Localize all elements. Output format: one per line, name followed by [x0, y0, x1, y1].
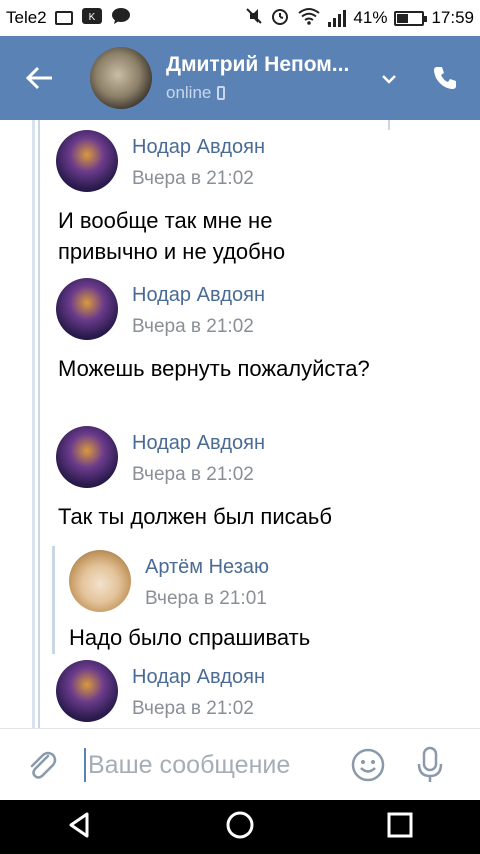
- message-input[interactable]: [86, 750, 338, 780]
- forwarded-message[interactable]: Нодар Авдоян Вчера в 21:02 Так ты должен…: [40, 416, 380, 536]
- message-list[interactable]: Нодар Авдоян Вчера в 21:02 И вообще так …: [0, 120, 480, 728]
- alarm-icon: [270, 6, 290, 31]
- forwarded-message[interactable]: Нодар Авдоян Вчера в 21:02 И вообще так …: [40, 120, 380, 270]
- square-recents-icon: [387, 812, 413, 837]
- message-text: Можешь вернуть пожалуйста?: [58, 356, 370, 381]
- clock: 17:59: [431, 8, 474, 27]
- vk-notification-icon: K: [81, 7, 103, 30]
- sender-avatar[interactable]: [56, 130, 118, 192]
- nav-recents-button[interactable]: [385, 810, 415, 845]
- sender-name[interactable]: Нодар Авдоян: [132, 432, 265, 455]
- phone-icon: [434, 67, 456, 89]
- message-composer: [0, 728, 480, 801]
- forwarded-messages-block: Нодар Авдоян Вчера в 21:02 И вообще так …: [38, 120, 390, 728]
- svg-text:K: K: [88, 12, 95, 23]
- sender-name[interactable]: Артём Незаю: [145, 556, 269, 579]
- chat-notification-icon: [111, 7, 131, 30]
- attach-button[interactable]: [0, 748, 84, 782]
- nav-home-button[interactable]: [225, 810, 255, 845]
- forward-thread-line: [32, 120, 35, 728]
- sender-avatar[interactable]: [56, 660, 118, 722]
- card-edge: [388, 120, 390, 130]
- mobile-icon: [217, 86, 226, 100]
- mute-icon: [245, 7, 263, 30]
- emoji-button[interactable]: [338, 748, 398, 782]
- message-time: Вчера в 21:02: [132, 168, 254, 189]
- status-bar: Tele2 K 41% 17:59: [0, 0, 480, 36]
- battery-percent: 41%: [353, 8, 388, 27]
- message-time: Вчера в 21:02: [132, 316, 254, 337]
- carrier-label: Tele2: [6, 8, 47, 27]
- paperclip-icon: [30, 751, 57, 779]
- message-text: Надо было спрашивать: [69, 625, 311, 650]
- forwarded-message[interactable]: Нодар Авдоян Вчера в 21:02: [40, 650, 380, 728]
- conversation-header: Дмитрий Непом... online: [0, 36, 480, 120]
- nav-back-button[interactable]: [65, 810, 95, 845]
- back-button[interactable]: [0, 36, 80, 120]
- battery-fill: [397, 13, 409, 23]
- sender-avatar[interactable]: [69, 550, 131, 612]
- battery-icon: [394, 10, 428, 26]
- sender-name[interactable]: Нодар Авдоян: [132, 136, 265, 159]
- contact-info[interactable]: Дмитрий Непом... online: [166, 53, 366, 103]
- contact-name: Дмитрий Непом...: [166, 53, 350, 76]
- sender-name[interactable]: Нодар Авдоян: [132, 284, 265, 307]
- contact-status: online: [166, 83, 366, 103]
- smiley-icon: [351, 748, 385, 782]
- contact-avatar[interactable]: [90, 47, 152, 109]
- back-arrow-icon: [26, 66, 52, 90]
- chevron-down-icon[interactable]: [374, 68, 404, 89]
- system-navigation-bar: [0, 800, 480, 854]
- sender-avatar[interactable]: [56, 426, 118, 488]
- microphone-icon: [417, 746, 443, 782]
- message-time: Вчера в 21:02: [132, 464, 254, 485]
- triangle-back-icon: [69, 812, 89, 837]
- signal-icon: [328, 9, 347, 27]
- message-time: Вчера в 21:01: [145, 588, 267, 609]
- sender-avatar[interactable]: [56, 278, 118, 340]
- circle-home-icon: [226, 811, 254, 838]
- voice-message-button[interactable]: [398, 746, 462, 784]
- online-status-label: online: [166, 83, 212, 102]
- quoted-message[interactable]: Артём Незаю Вчера в 21:01 Надо было спра…: [52, 546, 375, 654]
- wifi-icon: [297, 7, 321, 30]
- sender-name[interactable]: Нодар Авдоян: [132, 666, 265, 689]
- call-button[interactable]: [410, 64, 480, 92]
- message-text: Так ты должен был писаьб: [58, 504, 332, 529]
- message-text: И вообще так мне не привычно и не удобно: [58, 208, 286, 264]
- forwarded-message[interactable]: Нодар Авдоян Вчера в 21:02 Можешь вернут…: [40, 268, 380, 418]
- message-time: Вчера в 21:02: [132, 698, 254, 719]
- gallery-notification-icon: [54, 11, 73, 25]
